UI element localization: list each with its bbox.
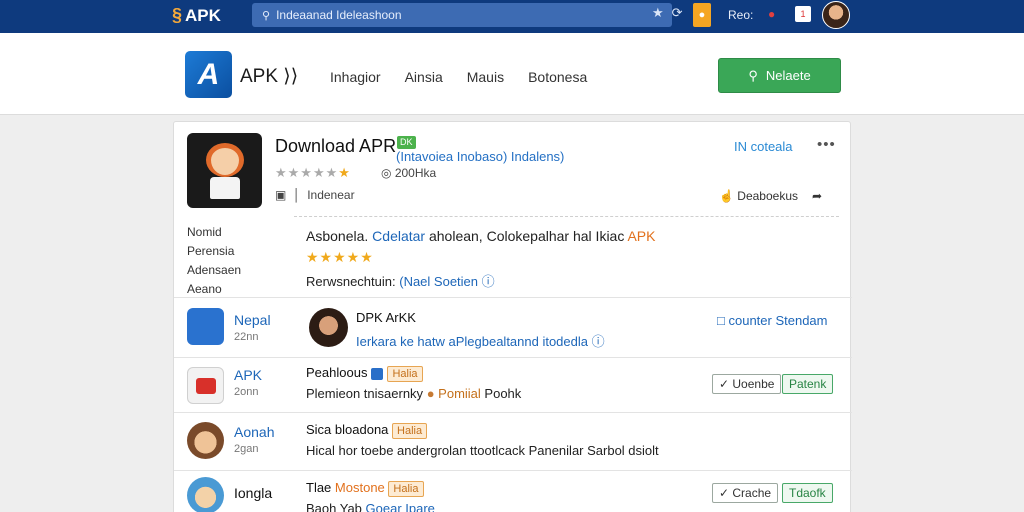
refresh-icon[interactable]: ⟳ [672,5,683,21]
share-action[interactable]: ☝ Deaboekus [719,189,798,203]
site-header: A APK ⟩⟩ Inhagior Ainsia Mauis Botonesa … [0,33,1024,115]
app-card: Download APR DK (Intavoiea Inobaso) Inda… [173,121,852,512]
rating-stars-large: ★★★★★ [306,249,374,265]
app-tag: DK [397,136,416,149]
info-label: Perensia [187,244,235,258]
app-icon-row[interactable] [187,308,224,345]
row-button-secondary[interactable]: ✓ Uoenbe [712,374,782,394]
description-line: Asbonela. Cdelatar aholean, Colokepalhar… [306,228,656,244]
row-app-name[interactable]: Iongla [234,485,272,501]
row-badge: Halia [388,480,424,497]
emoji-icon: ● [426,386,435,401]
search-icon: ⚲ [262,9,271,22]
cta-label: Nelaete [765,68,811,83]
nav-item[interactable]: Inhagior [330,69,381,85]
row-text: Hical hor toebe andergrolan ttootlcack P… [306,443,659,458]
verified-icon [371,367,384,380]
info-icon: ⓘ [591,334,605,349]
row-text: Ierkara ke hatw aPlegbealtannd itodedla … [356,334,605,349]
row-app-size: 2gan [234,443,259,455]
logo-mark-icon: § [172,5,183,25]
row-divider [174,357,852,358]
row-button-secondary[interactable]: ✓ Crache [712,483,779,503]
row-text: Baoh Yab Goear Ipare [306,501,435,512]
app-link[interactable]: IN coteala [734,139,793,154]
row-badge: Halia [392,422,428,439]
row-title: Tlae Mostone Halia [306,480,424,497]
brand-logo-icon[interactable]: A [185,51,232,98]
row-title: Sica bloadona Halia [306,422,428,439]
info-label: Nomid [187,225,222,239]
language: Indenear [307,188,355,202]
share-row: ☝ Deaboekus ➦ [719,189,822,203]
device-icon: ▣ [275,188,287,202]
row-title: Peahloous Halia [306,365,423,382]
row-button-primary[interactable]: Tdaofk [782,483,833,503]
row-badge: Halia [387,365,423,382]
logo-text: APK [185,5,221,25]
like-icon[interactable]: ★ [652,5,664,21]
rating-stars: ★★★★★★ [275,165,351,180]
description-line-2: Rerwsnechtuin: (Nael Soetien ⓘ [306,274,495,289]
row-text: Plemieon tnisaernky ● Pomiial Poohk [306,386,522,401]
user-avatar[interactable] [309,308,348,347]
app-subtitle[interactable]: (Intavoiea Inobaso) Indalens) [396,149,564,164]
info-icon: ⓘ [481,274,495,289]
main-nav: Inhagior Ainsia Mauis Botonesa [330,69,587,85]
row-link[interactable]: □ counter Stendam [717,313,828,328]
nav-item[interactable]: Mauis [467,69,504,85]
app-icon-row[interactable] [187,367,224,404]
info-label: Adensaen [187,263,242,277]
notification-badge[interactable]: 1 [795,6,811,22]
brand-name[interactable]: APK ⟩⟩ [240,65,298,88]
row-divider [174,470,852,471]
share-icon[interactable]: ➦ [812,189,822,203]
search-tools: ★ ⟳ [652,5,683,21]
character-body [210,177,240,199]
row-divider [174,297,852,298]
nav-item[interactable]: Ainsia [405,69,443,85]
search-input[interactable]: ⚲ Indeaanad Ideleashoon [252,3,672,27]
cta-button[interactable]: ⚲ Nelaete [718,58,841,93]
app-icon-row[interactable] [187,422,224,459]
top-bar: § APK ⚲ Indeaanad Ideleashoon ★ ⟳ ● Reo:… [0,0,1024,33]
row-title: DPK ArKK [356,310,416,325]
thumb-icon: ☝ [719,189,734,203]
search-text: Indeaanad Ideleashoon [276,8,402,22]
user-avatar[interactable] [822,1,850,29]
row-divider [174,412,852,413]
site-logo[interactable]: § APK [172,5,221,26]
more-icon[interactable]: ••• [817,136,836,153]
row-app-name[interactable]: APK [234,367,262,383]
top-label: Reo: [728,8,754,22]
row-app-name[interactable]: Aonah [234,424,274,440]
row-app-size: 2onn [234,386,259,398]
action-icon[interactable]: ● [693,3,711,27]
character-face [206,143,244,177]
bell-icon[interactable]: ● [768,7,775,21]
app-title: Download APR [275,136,397,156]
app-icon-row[interactable] [187,477,224,512]
nav-item[interactable]: Botonesa [528,69,587,85]
row-app-name[interactable]: Nepal [234,312,271,328]
language-row: ▣ │ Indenear [275,188,355,202]
row-app-size: 22nn [234,331,259,343]
app-icon[interactable] [187,133,262,208]
row-button-primary[interactable]: Patenk [782,374,834,394]
divider [294,216,839,217]
search-icon: ⚲ [748,67,758,83]
rating-value: ◎ 200Hka [381,166,437,180]
counter-icon: □ [717,313,725,328]
info-labels: Nomid Perensia Adensaen Aeano [187,223,241,299]
